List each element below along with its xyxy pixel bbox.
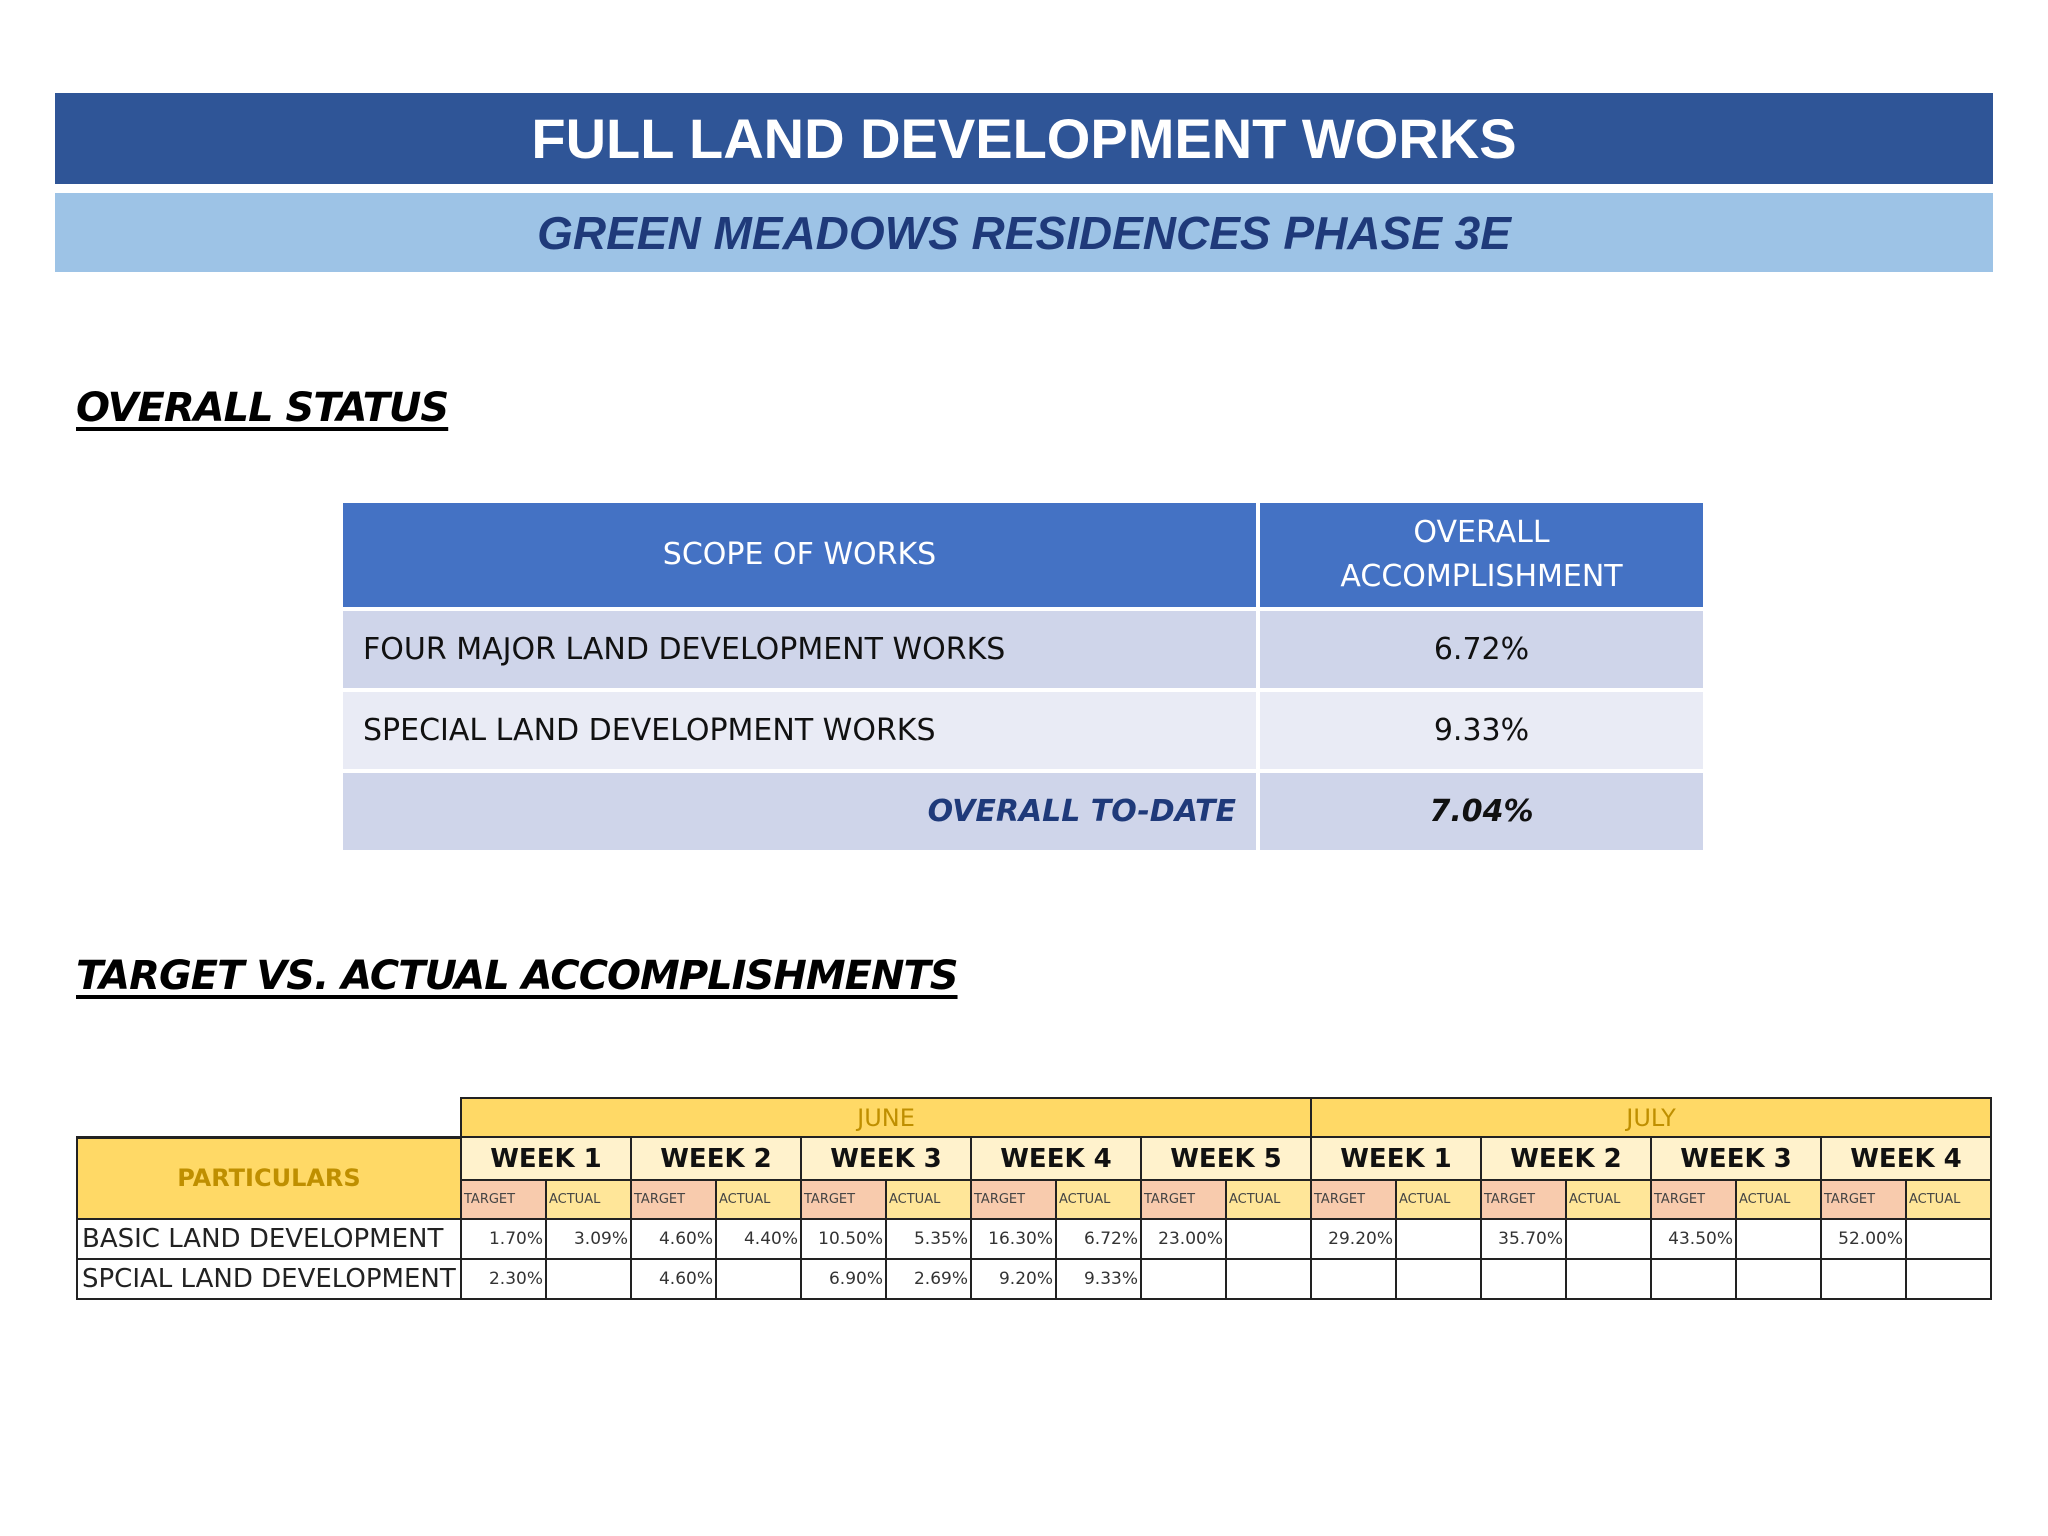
target-subheader: TARGET [1650, 1179, 1737, 1220]
scope-cell: SPECIAL LAND DEVELOPMENT WORKS [343, 692, 1260, 773]
actual-subheader: ACTUAL [1395, 1179, 1482, 1220]
actual-value-cell: 9.33% [1055, 1258, 1142, 1300]
target-value-cell [1820, 1258, 1907, 1300]
actual-value-cell [545, 1258, 632, 1300]
target-value-cell: 6.90% [800, 1258, 887, 1300]
particulars-header: PARTICULARS [76, 1136, 462, 1220]
target-value-cell [1650, 1258, 1737, 1300]
actual-value-cell [1905, 1258, 1992, 1300]
target-value-cell: 2.30% [460, 1258, 547, 1300]
table-row: SPECIAL LAND DEVELOPMENT WORKS 9.33% [343, 692, 1707, 773]
actual-value-cell: 4.40% [715, 1218, 802, 1260]
week-header: WEEK 1 [460, 1136, 632, 1181]
actual-subheader: ACTUAL [885, 1179, 972, 1220]
actual-value-cell [715, 1258, 802, 1300]
actual-value-cell [1395, 1258, 1482, 1300]
overall-status-heading: OVERALL STATUS [76, 385, 449, 431]
actual-subheader: ACTUAL [1735, 1179, 1822, 1220]
week-header: WEEK 2 [630, 1136, 802, 1181]
row-label: BASIC LAND DEVELOPMENT [76, 1218, 462, 1260]
month-header: JUNE [460, 1097, 1312, 1138]
target-subheader: TARGET [630, 1179, 717, 1220]
week-header: WEEK 3 [800, 1136, 972, 1181]
accomplishment-column-header: OVERALL ACCOMPLISHMENT [1260, 503, 1707, 611]
overall-status-table: SCOPE OF WORKS OVERALL ACCOMPLISHMENT FO… [343, 503, 1707, 854]
table-row: BASIC LAND DEVELOPMENT 1.70% 3.09% 4.60% 4.4… [76, 1218, 1992, 1260]
total-value: 7.04% [1260, 773, 1707, 854]
blank-corner [77, 1098, 461, 1139]
total-row: OVERALL TO-DATE 7.04% [343, 773, 1707, 854]
target-vs-actual-table: JUNE JULY PARTICULARS WEEK 1 WEEK 2 WEEK 3 WEE… [76, 1097, 1992, 1300]
week-header: WEEK 2 [1480, 1136, 1652, 1181]
value-cell: 9.33% [1260, 692, 1707, 773]
actual-value-cell [1565, 1218, 1652, 1260]
target-value-cell: 4.60% [630, 1218, 717, 1260]
target-subheader: TARGET [1140, 1179, 1227, 1220]
target-value-cell: 23.00% [1140, 1218, 1227, 1260]
target-value-cell: 52.00% [1820, 1218, 1907, 1260]
actual-value-cell [1905, 1218, 1992, 1260]
page-title: FULL LAND DEVELOPMENT WORKS [55, 93, 1993, 184]
actual-subheader: ACTUAL [1225, 1179, 1312, 1220]
actual-value-cell [1735, 1218, 1822, 1260]
actual-subheader: ACTUAL [1055, 1179, 1142, 1220]
actual-value-cell [1565, 1258, 1652, 1300]
target-value-cell [1310, 1258, 1397, 1300]
week-header: WEEK 1 [1310, 1136, 1482, 1181]
target-value-cell [1140, 1258, 1227, 1300]
row-label: SPCIAL LAND DEVELOPMENT [76, 1258, 462, 1300]
value-cell: 6.72% [1260, 611, 1707, 692]
target-subheader: TARGET [970, 1179, 1057, 1220]
target-value-cell: 43.50% [1650, 1218, 1737, 1260]
page-subtitle: GREEN MEADOWS RESIDENCES PHASE 3E [55, 193, 1993, 272]
scope-cell: FOUR MAJOR LAND DEVELOPMENT WORKS [343, 611, 1260, 692]
month-header: JULY [1310, 1097, 1992, 1138]
actual-value-cell: 5.35% [885, 1218, 972, 1260]
table-row: FOUR MAJOR LAND DEVELOPMENT WORKS 6.72% [343, 611, 1707, 692]
actual-value-cell [1395, 1218, 1482, 1260]
actual-value-cell [1735, 1258, 1822, 1300]
target-subheader: TARGET [1480, 1179, 1567, 1220]
table-row: SPCIAL LAND DEVELOPMENT 2.30% 4.60% 6.90% 2.… [76, 1258, 1992, 1300]
scope-column-header: SCOPE OF WORKS [343, 503, 1260, 611]
target-value-cell: 29.20% [1310, 1218, 1397, 1260]
target-value-cell: 35.70% [1480, 1218, 1567, 1260]
actual-value-cell [1225, 1258, 1312, 1300]
target-value-cell: 16.30% [970, 1218, 1057, 1260]
actual-subheader: ACTUAL [1905, 1179, 1992, 1220]
target-value-cell [1480, 1258, 1567, 1300]
total-label: OVERALL TO-DATE [343, 773, 1260, 854]
target-value-cell: 9.20% [970, 1258, 1057, 1300]
actual-value-cell: 3.09% [545, 1218, 632, 1260]
week-header: WEEK 4 [1820, 1136, 1992, 1181]
target-subheader: TARGET [1820, 1179, 1907, 1220]
target-subheader: TARGET [460, 1179, 547, 1220]
week-header: WEEK 5 [1140, 1136, 1312, 1181]
target-value-cell: 1.70% [460, 1218, 547, 1260]
target-value-cell: 10.50% [800, 1218, 887, 1260]
week-header: WEEK 4 [970, 1136, 1142, 1181]
actual-subheader: ACTUAL [545, 1179, 632, 1220]
target-subheader: TARGET [1310, 1179, 1397, 1220]
target-vs-actual-heading: TARGET VS. ACTUAL ACCOMPLISHMENTS [76, 953, 959, 999]
target-subheader: TARGET [800, 1179, 887, 1220]
actual-subheader: ACTUAL [1565, 1179, 1652, 1220]
actual-value-cell [1225, 1218, 1312, 1260]
actual-subheader: ACTUAL [715, 1179, 802, 1220]
actual-value-cell: 2.69% [885, 1258, 972, 1300]
actual-value-cell: 6.72% [1055, 1218, 1142, 1260]
week-header: WEEK 3 [1650, 1136, 1822, 1181]
target-value-cell: 4.60% [630, 1258, 717, 1300]
